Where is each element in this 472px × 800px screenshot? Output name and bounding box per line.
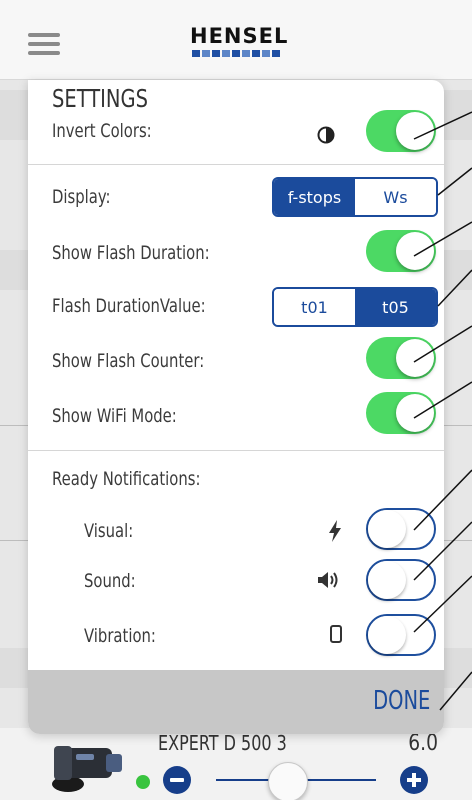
show-flash-duration-toggle[interactable] [366,230,436,272]
section-divider [28,164,444,165]
show-flash-counter-label: Show Flash Counter: [52,350,205,372]
ready-notifications-label: Ready Notifications: [52,468,201,490]
flash-duration-value-label: Flash DurationValue: [52,295,206,317]
done-button[interactable]: DONE [373,686,430,716]
sound-label: Sound: [84,570,136,592]
flash-duration-segmented-control: t01 t05 [272,287,438,327]
invert-colors-label: Invert Colors: [52,120,152,142]
display-option-ws[interactable]: Ws [355,179,436,215]
flash-duration-option-t05[interactable]: t05 [355,289,436,325]
display-label: Display: [52,186,111,208]
visual-label: Visual: [84,520,134,542]
device-value: 6.0 [408,731,438,756]
show-wifi-mode-toggle[interactable] [366,392,436,434]
increase-button[interactable] [400,766,428,794]
display-segmented-control: f-stops Ws [272,177,438,217]
device-name: EXPERT D 500 3 [158,731,287,755]
settings-title: SETTINGS [52,84,149,113]
display-option-f-stops[interactable]: f-stops [274,179,355,215]
show-flash-counter-toggle[interactable] [366,337,436,379]
settings-footer: DONE [28,670,444,734]
flash-duration-option-t01[interactable]: t01 [274,289,355,325]
power-slider-thumb[interactable] [268,762,308,800]
hamburger-menu-icon[interactable] [28,33,60,55]
visual-notification-toggle[interactable] [366,508,436,550]
section-divider [28,450,444,451]
contrast-icon [317,126,335,144]
vibration-notification-toggle[interactable] [366,614,436,656]
settings-panel: SETTINGS Invert Colors: Display: f-stops… [28,80,444,734]
top-bar: HENSEL [0,0,472,80]
decrease-button[interactable] [163,766,191,794]
lightning-icon [329,520,341,542]
hensel-logo: HENSEL [190,24,289,57]
invert-colors-toggle[interactable] [366,110,436,152]
flash-head-image [52,746,122,792]
speaker-icon [318,572,338,588]
vibration-label: Vibration: [84,625,156,647]
status-dot [136,775,150,789]
phone-icon [330,625,342,643]
show-wifi-mode-label: Show WiFi Mode: [52,405,177,427]
logo-text: HENSEL [190,24,289,48]
sound-notification-toggle[interactable] [366,559,436,601]
show-flash-duration-label: Show Flash Duration: [52,242,210,264]
logo-bar [190,50,282,57]
